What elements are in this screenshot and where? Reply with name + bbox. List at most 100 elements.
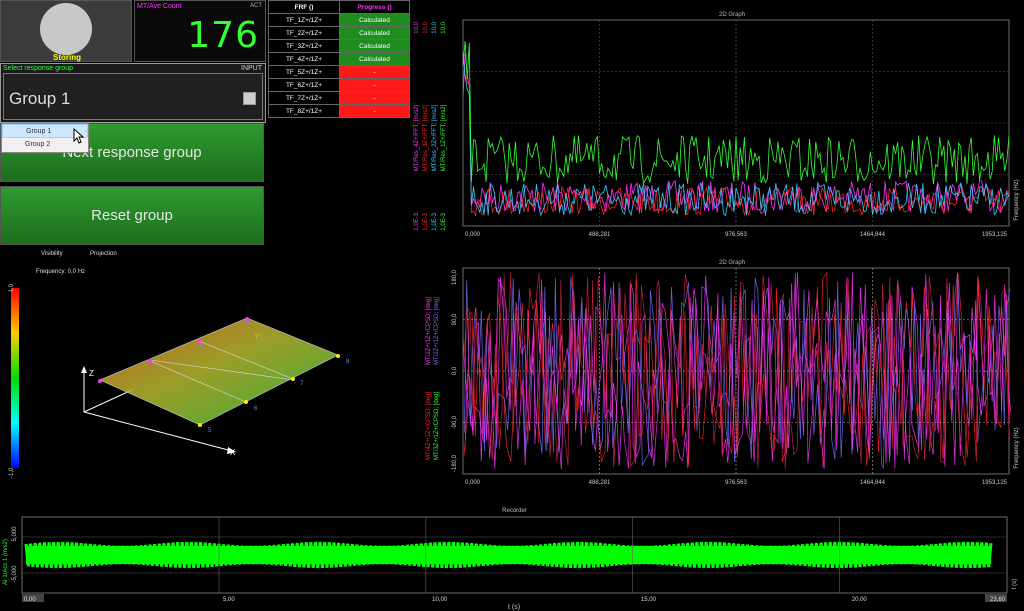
storing-indicator: Storing [0, 0, 132, 62]
frf-row: TF_8Z+/1Z+ - [268, 104, 410, 118]
graph1-series-label: MT/Res_3Z+/FFT; [m/s2] [423, 104, 429, 171]
graph2-x-tick: 0,000 [465, 480, 481, 486]
frf-progress-cell: - [339, 65, 410, 79]
frf-progress-cell: Calculated [339, 39, 410, 53]
frf-row: TF_1Z+/1Z+ Calculated [268, 13, 410, 27]
graph1-top-tick: 10,0 [423, 21, 429, 33]
frf-progress-cell: Calculated [339, 52, 410, 66]
recorder-x-tick: 5,00 [223, 597, 235, 603]
reset-group-button[interactable]: Reset group [0, 186, 264, 245]
graph1-x-tick: 1953,125 [982, 232, 1008, 238]
recorder-y-tick: 5,000 [12, 526, 18, 542]
graph2-y-tick: 90,0 [452, 313, 458, 325]
frf-name-cell: TF_4Z+/1Z+ [268, 52, 340, 66]
graph2-x-axis-label: Frequency (Hz) [1014, 427, 1020, 468]
mouse-cursor-icon [73, 128, 85, 144]
graph1-x-tick: 488,281 [589, 232, 611, 238]
scale-top-label: 1,0 [9, 283, 15, 292]
recorder-right-label: t (s) [1012, 579, 1018, 589]
recorder-x-label: t (s) [508, 604, 520, 611]
graph1-top-tick: 10,0 [441, 21, 447, 33]
frf-name-cell: TF_3Z+/1Z+ [268, 39, 340, 53]
graph1-x-tick: 0,000 [465, 232, 481, 238]
graph2-series-label: MT/2Z+/1Z+/CPSD; [deg] [434, 297, 440, 365]
recorder-x-tick: 20,00 [852, 597, 868, 603]
response-group-title: Select response group [3, 65, 74, 72]
frf-name-cell: TF_7Z+/1Z+ [268, 91, 340, 105]
node-label-7: 7 [300, 381, 304, 387]
frf-table: FRF () Progress () TF_1Z+/1Z+ Calculated T… [268, 0, 410, 118]
z-axis-label: Z [89, 369, 94, 378]
recorder-x-tick: 10,00 [432, 597, 448, 603]
average-counter: MT/Ave Count ACT 176 [134, 0, 266, 62]
counter-value: 176 [187, 15, 259, 56]
graph1-x-tick: 1464,844 [860, 232, 886, 238]
frf-row: TF_4Z+/1Z+ Calculated [268, 52, 410, 66]
graph2-series-label: MT/2Z+/1Z+/CPSD; [deg] [426, 297, 432, 365]
frf-progress-cell: Calculated [339, 26, 410, 40]
frf-row: TF_5Z+/1Z+ - [268, 65, 410, 79]
graph1-bottom-tick: 1,0E-3 [414, 212, 420, 230]
frf-header: FRF () [268, 0, 340, 14]
graph1-top-tick: 10,0 [414, 21, 420, 33]
frequency-readout: Frequency: 0,0 Hz [36, 269, 86, 275]
graph1-bottom-tick: 1,0E-3 [432, 212, 438, 230]
dropdown-toggle[interactable] [243, 92, 256, 105]
response-group-select[interactable]: Group 1 [3, 73, 263, 120]
storing-led [40, 3, 92, 55]
graph2-y-tick: 180,0 [452, 269, 458, 285]
model-3d-view[interactable]: 1,0 -1,0 Z X Y 1 2 3 4 5 6 7 8 [0, 280, 420, 480]
node-label-6: 6 [254, 406, 258, 412]
frf-row: TF_7Z+/1Z+ - [268, 91, 410, 105]
structure-plate [99, 317, 339, 426]
frf-row: TF_2Z+/1Z+ Calculated [268, 26, 410, 40]
graph1-x-tick: 976,563 [725, 232, 747, 238]
graph1-bottom-tick: 1,0E-3 [423, 212, 429, 230]
frf-name-cell: TF_1Z+/1Z+ [268, 13, 340, 27]
response-group-value: Group 1 [9, 89, 71, 108]
graph1-x-axis-label: Frequency (Hz) [1014, 179, 1020, 220]
frf-progress-cell: - [339, 104, 410, 118]
recorder-x-tick: 15,00 [641, 597, 657, 603]
input-tag: INPUT [241, 65, 262, 72]
recorder-band [26, 546, 991, 564]
cpsd-phase-graph[interactable]: 180,0 90,0 0,0 -90,0 -180,0 MT/2Z+/1Z+/CPSD; … [410, 266, 1024, 492]
response-group-panel: Select response group INPUT Group 1 [0, 63, 266, 123]
recorder-y-label: AI 1/Acc 1 (m/s2) [3, 539, 9, 585]
visibility-toggle[interactable]: Visibility [41, 251, 63, 257]
frf-progress-cell: - [339, 78, 410, 92]
graph1-top-tick: 10,0 [432, 21, 438, 33]
recorder-graph[interactable]: AI 1/Acc 1 (m/s2)5,000 -5,000 0,00 5,00 10,0… [0, 514, 1024, 611]
color-scale-bar [11, 288, 19, 468]
graph2-x-tick: 976,563 [725, 480, 747, 486]
scale-bottom-label: -1,0 [9, 467, 15, 478]
progress-header: Progress () [339, 0, 410, 14]
counter-mode: ACT [250, 3, 262, 9]
node-label-8: 8 [346, 359, 350, 365]
graph2-x-tick: 1464,844 [860, 480, 886, 486]
graph1-series-label: MT/Res_4Z+/FFT; [m/s2] [414, 104, 420, 171]
graph2-y-tick: -90,0 [452, 415, 458, 429]
frf-progress-cell: - [339, 91, 410, 105]
x-axis-label: X [230, 448, 236, 457]
graph2-y-tick: -180,0 [452, 454, 458, 472]
projection-toggle[interactable]: Projection [90, 251, 117, 257]
recorder-x-tick: 0,00 [24, 597, 36, 603]
graph1-bottom-tick: 1,0E-3 [441, 212, 447, 230]
graph2-series-label: MT/4Z+/1Z+/CPSD; [deg] [426, 392, 432, 460]
fft-graph[interactable]: 1,0E-3 10,0 MT/Res_4Z+/FFT; [m/s2] 1,0E-3 10… [410, 18, 1024, 244]
recorder-x-tick: 23,60 [990, 597, 1006, 603]
frf-name-cell: TF_5Z+/1Z+ [268, 65, 340, 79]
counter-title: MT/Ave Count [137, 3, 182, 10]
recorder-y-tick: -5,000 [12, 565, 18, 583]
graph2-y-tick: 0,0 [452, 366, 458, 375]
frf-progress-cell: Calculated [339, 13, 410, 27]
storing-label: Storing [53, 53, 81, 62]
frf-name-cell: TF_6Z+/1Z+ [268, 78, 340, 92]
graph2-x-tick: 488,281 [589, 480, 611, 486]
frf-row: TF_6Z+/1Z+ - [268, 78, 410, 92]
graph1-series-label: MT/Res_1Z+/FFT; [m/s2] [441, 104, 447, 171]
graph2-x-tick: 1953,125 [982, 480, 1008, 486]
node-label-5: 5 [208, 428, 212, 434]
frf-name-cell: TF_2Z+/1Z+ [268, 26, 340, 40]
